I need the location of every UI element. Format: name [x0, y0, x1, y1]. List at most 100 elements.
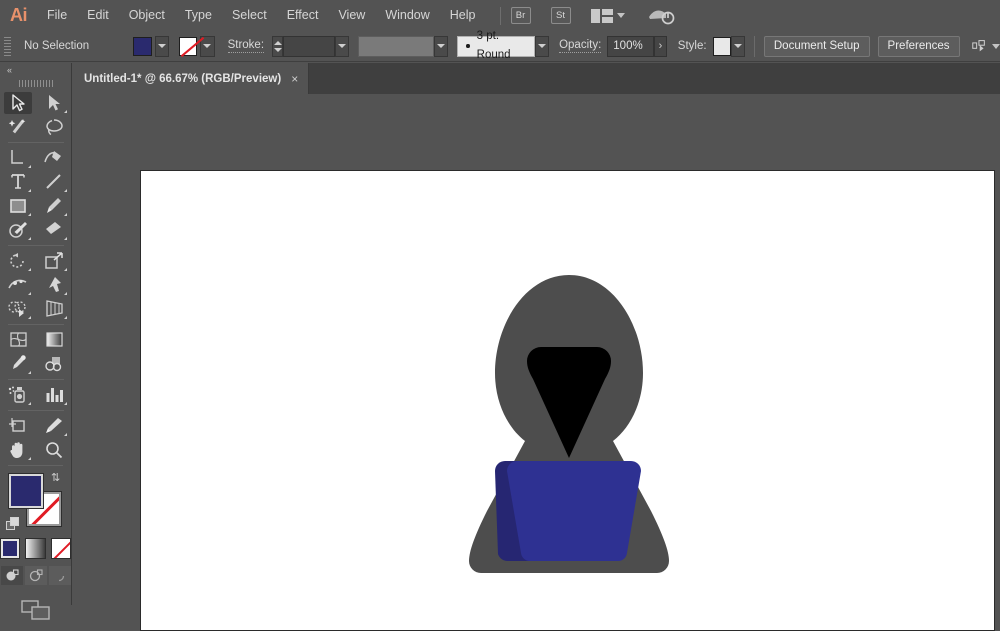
variable-width-dropdown-button[interactable] [434, 36, 448, 57]
laptop-body [507, 461, 641, 561]
canvas-area[interactable] [72, 94, 1000, 631]
magic-wand-tool[interactable] [0, 115, 36, 139]
scale-tool[interactable] [36, 249, 72, 273]
panel-grip-icon[interactable] [4, 37, 11, 56]
selection-arrow-icon [11, 94, 26, 112]
stroke-weight-dropdown-button[interactable] [335, 36, 349, 57]
document-setup-button[interactable]: Document Setup [764, 36, 870, 57]
gradient-tool[interactable] [36, 328, 72, 352]
tool-flyout-indicator [28, 292, 31, 295]
menu-item-effect[interactable]: Effect [277, 0, 329, 31]
mesh-tool[interactable] [0, 328, 36, 352]
fill-swatch[interactable] [133, 37, 151, 56]
draw-normal-button[interactable] [1, 566, 23, 585]
lasso-tool[interactable] [36, 115, 72, 139]
direct-selection-tool[interactable] [36, 91, 72, 115]
change-screen-mode-button[interactable] [0, 599, 71, 621]
line-segment-tool[interactable] [36, 170, 72, 194]
draw-behind-button[interactable] [25, 566, 47, 585]
variable-width-profile-input[interactable] [358, 36, 434, 57]
perspective-grid-tool[interactable] [36, 297, 72, 321]
tool-flyout-indicator [64, 213, 67, 216]
opacity-flyout-button[interactable]: › [654, 36, 667, 57]
eyedropper-icon [9, 355, 27, 373]
draw-normal-icon [5, 569, 19, 582]
draw-inside-button[interactable] [49, 566, 71, 585]
opacity-input[interactable]: 100% [607, 36, 654, 57]
tool-flyout-indicator [64, 433, 67, 436]
chevron-down-icon[interactable] [617, 13, 625, 18]
chevron-down-icon[interactable] [992, 44, 1000, 49]
menu-item-type[interactable]: Type [175, 0, 222, 31]
fill-dropdown-button[interactable] [155, 36, 169, 57]
sync-settings-icon[interactable] [647, 6, 675, 26]
magnifier-icon [45, 441, 63, 459]
curvature-tool[interactable] [36, 146, 72, 170]
shaper-tool[interactable] [0, 218, 36, 242]
brush-dropdown-button[interactable] [535, 36, 549, 57]
menu-item-edit[interactable]: Edit [77, 0, 119, 31]
stroke-weight-stepper[interactable] [272, 36, 283, 57]
eyedropper-tool[interactable] [0, 352, 36, 376]
chevron-down-icon [734, 44, 742, 48]
tool-flyout-indicator [28, 189, 31, 192]
collapse-panel-icon[interactable]: « [0, 63, 71, 77]
arrange-documents-icon[interactable] [591, 9, 613, 23]
tool-flyout-indicator [28, 371, 31, 374]
menu-item-view[interactable]: View [328, 0, 375, 31]
blend-tool[interactable] [36, 352, 72, 376]
artboard[interactable] [140, 170, 995, 631]
graphic-style-swatch[interactable] [713, 37, 731, 56]
eraser-tool[interactable] [36, 218, 72, 242]
width-tool[interactable] [0, 273, 36, 297]
rotate-icon [9, 252, 27, 270]
rotate-tool[interactable] [0, 249, 36, 273]
zoom-tool[interactable] [36, 438, 72, 462]
column-graph-tool[interactable] [36, 383, 72, 407]
preferences-button[interactable]: Preferences [878, 36, 960, 57]
toolbar-grip-icon[interactable] [19, 77, 53, 89]
hand-tool[interactable] [0, 438, 36, 462]
brush-definition-select[interactable]: 3 pt. Round [457, 36, 534, 57]
rectangle-tool[interactable] [0, 194, 36, 218]
stroke-swatch[interactable] [179, 37, 197, 56]
color-mode-button[interactable] [0, 538, 20, 559]
fill-color-swatch[interactable] [9, 474, 43, 508]
style-dropdown-button[interactable] [731, 36, 745, 57]
gradient-mode-button[interactable] [25, 538, 45, 559]
slice-tool[interactable] [36, 414, 72, 438]
stock-button[interactable]: St [551, 7, 571, 24]
free-transform-tool[interactable] [36, 273, 72, 297]
app-logo-icon: Ai [0, 0, 37, 31]
bridge-button[interactable]: Br [511, 7, 531, 24]
menu-item-file[interactable]: File [37, 0, 77, 31]
align-to-selection-icon[interactable] [972, 38, 987, 54]
chevron-down-icon [338, 44, 346, 48]
tool-flyout-indicator [64, 402, 67, 405]
column-graph-icon [45, 386, 64, 404]
swap-fill-stroke-icon[interactable]: ⇅ [51, 472, 64, 485]
document-tab[interactable]: Untitled-1* @ 66.67% (RGB/Preview) × [72, 63, 309, 94]
symbol-sprayer-tool[interactable] [0, 383, 36, 407]
stroke-weight-input[interactable] [283, 36, 334, 57]
illustrator-window: Ai File Edit Object Type Select Effect V… [0, 0, 1000, 631]
menu-item-select[interactable]: Select [222, 0, 277, 31]
close-icon[interactable]: × [291, 73, 298, 85]
paintbrush-tool[interactable] [36, 194, 72, 218]
default-fill-stroke-icon[interactable] [6, 517, 20, 531]
pen-tool[interactable] [0, 146, 36, 170]
artboard-tool[interactable] [0, 414, 36, 438]
direct-selection-icon [47, 94, 62, 112]
type-tool[interactable] [0, 170, 36, 194]
type-t-icon [10, 173, 26, 191]
none-mode-button[interactable] [51, 538, 71, 559]
menu-item-object[interactable]: Object [119, 0, 175, 31]
menu-item-window[interactable]: Window [375, 0, 439, 31]
selection-tool[interactable] [0, 91, 36, 115]
shape-builder-tool[interactable] [0, 297, 36, 321]
color-mode-buttons [0, 538, 71, 559]
perspective-grid-icon [45, 300, 64, 318]
tool-divider [8, 379, 64, 380]
hooded-figure-with-laptop[interactable] [435, 273, 703, 578]
gradient-icon [45, 331, 64, 349]
